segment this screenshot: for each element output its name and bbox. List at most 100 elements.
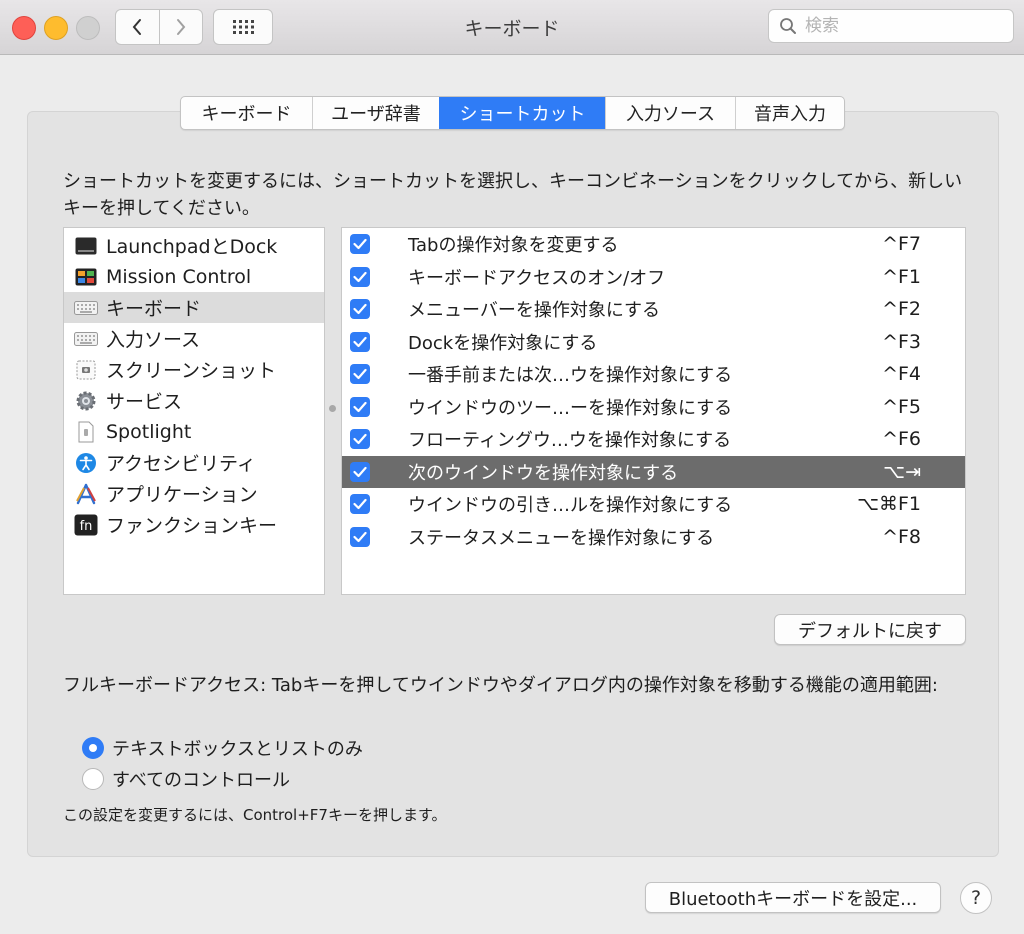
split-view-handle[interactable]	[329, 405, 336, 412]
shortcut-name: 一番手前または次…ウを操作対象にする	[408, 365, 733, 387]
category-services[interactable]: サービス	[64, 385, 324, 416]
radio-button-selected[interactable]	[82, 737, 104, 759]
radio-label: テキストボックスとリストのみ	[112, 739, 363, 760]
shortcut-key[interactable]: ⌥⇥	[883, 461, 921, 483]
shortcut-row[interactable]: キーボードアクセスのオン/オフ ^F1	[342, 261, 965, 294]
spotlight-icon	[74, 420, 98, 444]
checkmark-icon	[353, 239, 367, 250]
input-sources-icon	[74, 327, 98, 351]
category-applications[interactable]: アプリケーション	[64, 478, 324, 509]
radio-label: すべてのコントロール	[112, 770, 291, 791]
instructions-text: ショートカットを変更するには、ショートカットを選択し、キーコンビネーションをクリ…	[63, 171, 963, 219]
radio-button[interactable]	[82, 768, 104, 790]
shortcut-name: Tabの操作対象を変更する	[408, 235, 619, 257]
category-label: 入力ソース	[106, 329, 201, 351]
category-accessibility[interactable]: アクセシビリティ	[64, 447, 324, 478]
accessibility-icon	[74, 451, 98, 475]
category-label: キーボード	[106, 298, 202, 320]
radio-all-controls[interactable]: すべてのコントロール	[82, 766, 290, 792]
shortcut-checkbox[interactable]	[350, 266, 370, 287]
checkmark-icon	[353, 401, 367, 412]
shortcut-checkbox[interactable]	[350, 494, 370, 515]
shortcut-name: ウインドウのツー…ーを操作対象にする	[408, 397, 733, 419]
shortcut-key[interactable]: ^F4	[882, 363, 921, 385]
shortcut-checkbox[interactable]	[350, 461, 370, 482]
category-label: ファンクションキー	[106, 515, 278, 537]
checkmark-icon	[353, 369, 367, 380]
shortcut-key[interactable]: ^F3	[882, 331, 921, 353]
control-f7-note: この設定を変更するには、Control+F7キーを押します。	[63, 806, 447, 824]
category-label: Mission Control	[106, 265, 252, 288]
shortcut-row[interactable]: ウインドウのツー…ーを操作対象にする ^F5	[342, 391, 965, 424]
shortcut-list: Tabの操作対象を変更する ^F7 キーボードアクセスのオン/オフ ^F1 メニ…	[341, 227, 966, 595]
mission-control-icon	[74, 265, 98, 289]
tab-input-sources[interactable]: 入力ソース	[605, 97, 735, 129]
shortcut-name: ウインドウの引き…ルを操作対象にする	[408, 495, 733, 517]
category-label: アプリケーション	[106, 484, 258, 506]
category-keyboard[interactable]: キーボード	[64, 292, 324, 323]
title-bar: キーボード	[0, 0, 1024, 55]
shortcut-row[interactable]: Dockを操作対象にする ^F3	[342, 326, 965, 359]
tab-keyboard[interactable]: キーボード	[181, 97, 312, 129]
checkmark-icon	[353, 499, 367, 510]
shortcut-key[interactable]: ^F7	[882, 233, 921, 255]
shortcut-key[interactable]: ^F5	[882, 396, 921, 418]
category-function-keys[interactable]: fn ファンクションキー	[64, 509, 324, 540]
shortcut-checkbox[interactable]	[350, 429, 370, 450]
checkmark-icon	[353, 466, 367, 477]
shortcut-row[interactable]: 一番手前または次…ウを操作対象にする ^F4	[342, 358, 965, 391]
radio-text-boxes-and-lists[interactable]: テキストボックスとリストのみ	[82, 735, 363, 761]
shortcut-key[interactable]: ⌥⌘F1	[857, 493, 921, 515]
svg-text:fn: fn	[80, 519, 93, 534]
category-label: スクリーンショット	[106, 360, 277, 382]
shortcut-name: 次のウインドウを操作対象にする	[408, 462, 679, 484]
category-input-sources[interactable]: 入力ソース	[64, 323, 324, 354]
shortcut-name: キーボードアクセスのオン/オフ	[408, 267, 666, 289]
tab-dictation[interactable]: 音声入力	[735, 97, 844, 129]
search-icon	[780, 18, 796, 34]
shortcut-row[interactable]: Tabの操作対象を変更する ^F7	[342, 228, 965, 261]
shortcut-checkbox[interactable]	[350, 396, 370, 417]
tab-shortcuts[interactable]: ショートカット	[439, 97, 605, 129]
shortcut-row[interactable]: フローティングウ…ウを操作対象にする ^F6	[342, 423, 965, 456]
screenshot-icon	[74, 358, 98, 382]
category-mission-control[interactable]: Mission Control	[64, 261, 324, 292]
fn-key-icon: fn	[74, 513, 98, 537]
search-field[interactable]	[768, 9, 1014, 43]
shortcut-key[interactable]: ^F2	[882, 298, 921, 320]
category-label: Spotlight	[106, 420, 192, 443]
shortcut-name: フローティングウ…ウを操作対象にする	[408, 430, 732, 452]
shortcut-checkbox[interactable]	[350, 331, 370, 352]
full-keyboard-access-label: フルキーボードアクセス: Tabキーを押してウインドウやダイアログ内の操作対象を…	[63, 675, 938, 696]
services-gear-icon	[74, 389, 98, 413]
tab-user-dictionary[interactable]: ユーザ辞書	[312, 97, 439, 129]
checkmark-icon	[353, 531, 367, 542]
shortcut-checkbox[interactable]	[350, 299, 370, 320]
restore-defaults-button[interactable]: デフォルトに戻す	[774, 614, 966, 645]
shortcut-key[interactable]: ^F1	[882, 266, 921, 288]
category-label: LaunchpadとDock	[106, 236, 278, 258]
checkmark-icon	[353, 271, 367, 282]
category-list: LaunchpadとDock Mission Control キーボード 入力ソ…	[63, 227, 325, 595]
shortcut-row[interactable]: ステータスメニューを操作対象にする ^F8	[342, 521, 965, 554]
shortcut-checkbox[interactable]	[350, 364, 370, 385]
launchpad-dock-icon	[74, 234, 98, 258]
checkmark-icon	[353, 336, 367, 347]
setup-bluetooth-keyboard-button[interactable]: Bluetoothキーボードを設定...	[645, 882, 941, 913]
category-spotlight[interactable]: Spotlight	[64, 416, 324, 447]
shortcut-key[interactable]: ^F6	[882, 428, 921, 450]
tab-bar: キーボード ユーザ辞書 ショートカット 入力ソース 音声入力	[180, 96, 845, 130]
shortcut-key[interactable]: ^F8	[882, 526, 921, 548]
category-screenshot[interactable]: スクリーンショット	[64, 354, 324, 385]
shortcut-checkbox[interactable]	[350, 234, 370, 255]
keyboard-icon	[74, 296, 98, 320]
category-launchpad-dock[interactable]: LaunchpadとDock	[64, 230, 324, 261]
shortcut-row[interactable]: ウインドウの引き…ルを操作対象にする ⌥⌘F1	[342, 488, 965, 521]
category-label: サービス	[106, 391, 183, 413]
shortcut-checkbox[interactable]	[350, 526, 370, 547]
shortcut-row-selected[interactable]: 次のウインドウを操作対象にする ⌥⇥	[342, 455, 965, 488]
help-button[interactable]: ?	[960, 882, 992, 914]
search-input[interactable]	[803, 15, 997, 37]
shortcut-row[interactable]: メニューバーを操作対象にする ^F2	[342, 293, 965, 326]
shortcut-name: メニューバーを操作対象にする	[408, 300, 660, 322]
